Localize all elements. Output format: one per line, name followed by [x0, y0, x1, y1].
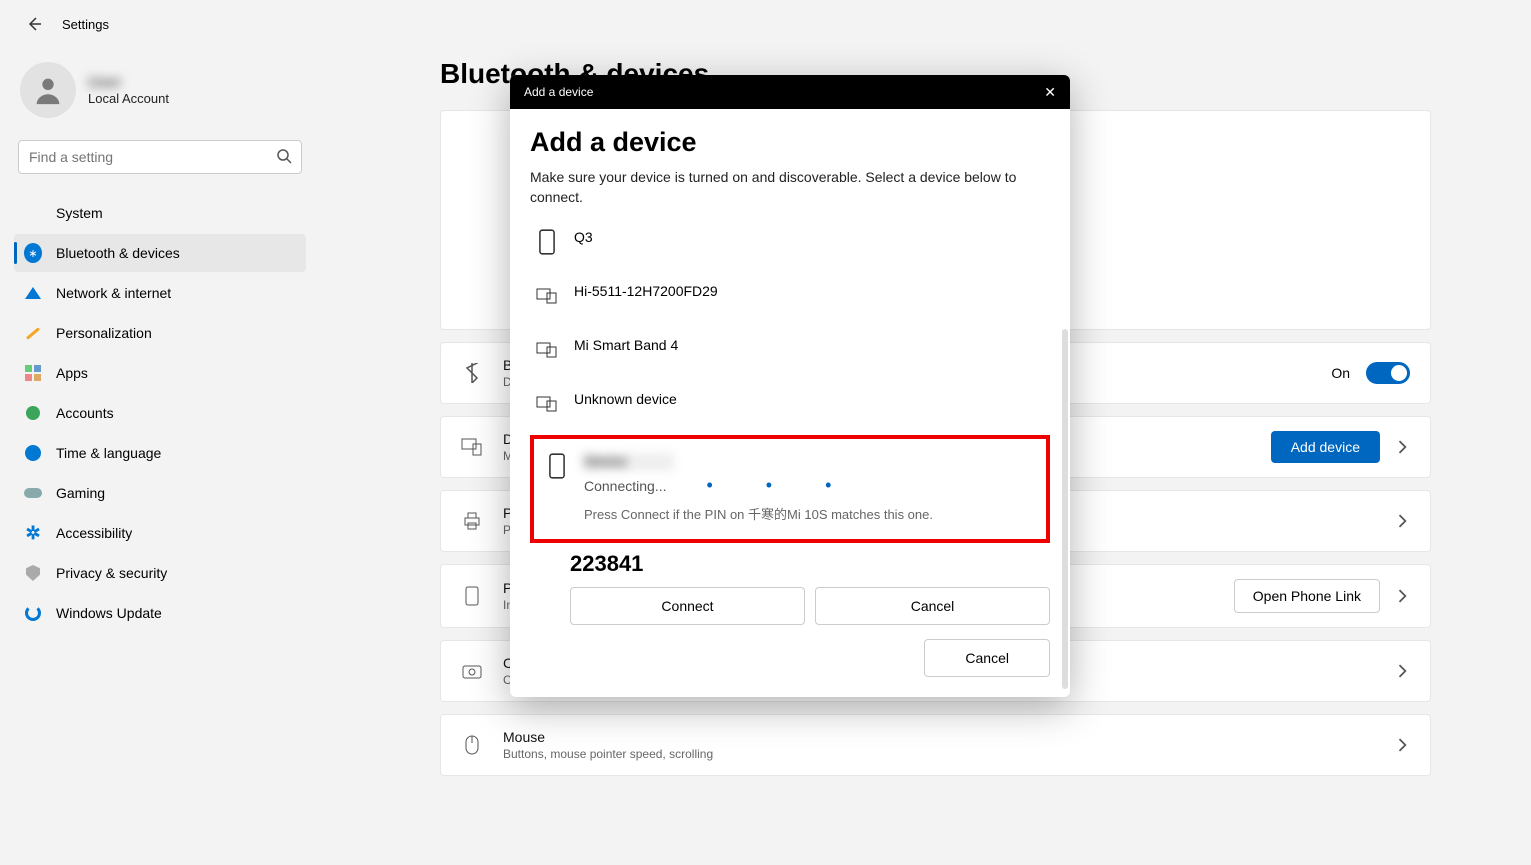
- device-item[interactable]: Mi Smart Band 4: [530, 323, 1050, 377]
- pair-cancel-button[interactable]: Cancel: [815, 587, 1050, 625]
- device-generic-icon: [536, 283, 558, 309]
- modal-heading: Add a device: [530, 127, 1050, 158]
- device-item[interactable]: Q3: [530, 215, 1050, 269]
- connecting-hint: Press Connect if the PIN on 千寒的Mi 10S ma…: [584, 504, 1034, 523]
- close-button[interactable]: ✕: [1044, 84, 1056, 101]
- connecting-device-name: Device: [584, 453, 674, 471]
- device-item-connecting[interactable]: Device Connecting... • • • Press Connect…: [540, 449, 1040, 527]
- connecting-device-box: Device Connecting... • • • Press Connect…: [530, 435, 1050, 543]
- device-item[interactable]: Unknown device: [530, 377, 1050, 431]
- pairing-pin: 223841: [570, 551, 1050, 577]
- modal-description: Make sure your device is turned on and d…: [530, 168, 1050, 207]
- add-device-modal: Add a device ✕ Add a device Make sure yo…: [510, 75, 1070, 697]
- connecting-status: Connecting...: [584, 478, 667, 494]
- device-label: Hi-5511-12H7200FD29: [574, 283, 718, 299]
- device-item[interactable]: Hi-5511-12H7200FD29: [530, 269, 1050, 323]
- modal-titlebar-text: Add a device: [524, 85, 593, 99]
- progress-dots-icon: • • •: [667, 475, 856, 496]
- device-label: Q3: [574, 229, 593, 245]
- phone-icon: [536, 229, 558, 255]
- device-list: Q3 Hi-5511-12H7200FD29 Mi Smart Band 4 U…: [530, 215, 1050, 625]
- modal-cancel-button[interactable]: Cancel: [924, 639, 1050, 677]
- device-label: Mi Smart Band 4: [574, 337, 678, 353]
- connect-button[interactable]: Connect: [570, 587, 805, 625]
- device-generic-icon: [536, 391, 558, 417]
- phone-icon: [546, 453, 568, 479]
- device-generic-icon: [536, 337, 558, 363]
- modal-titlebar: Add a device ✕: [510, 75, 1070, 109]
- device-label: Unknown device: [574, 391, 677, 407]
- scrollbar[interactable]: [1062, 329, 1068, 689]
- modal-overlay: Add a device ✕ Add a device Make sure yo…: [0, 0, 1531, 865]
